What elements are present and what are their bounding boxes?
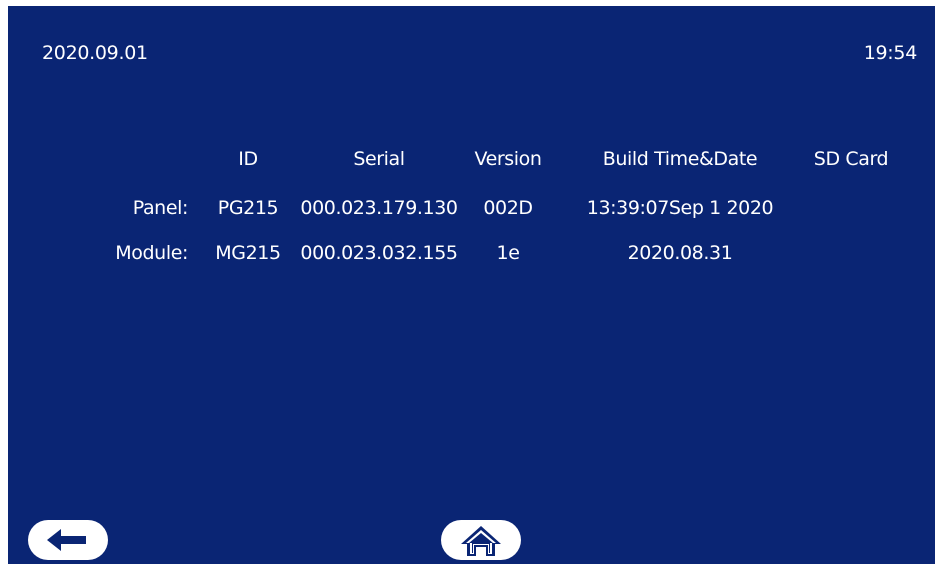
arrow-left-icon: [47, 529, 86, 551]
home-button[interactable]: [441, 520, 521, 560]
module-serial: 000.023.032.155: [300, 242, 458, 264]
panel-serial: 000.023.179.130: [300, 197, 458, 219]
header-serial: Serial: [353, 148, 405, 170]
home-icon: [461, 526, 501, 556]
header-sd-card: SD Card: [813, 148, 889, 170]
status-time: 19:54: [863, 42, 918, 64]
device-info-screen: 2020.09.01 19:54 ID Serial Version Build…: [8, 6, 935, 564]
back-button[interactable]: [28, 520, 108, 560]
module-id: MG215: [215, 242, 281, 264]
row-label-panel: Panel:: [132, 197, 189, 219]
panel-build-time-date: 13:39:07Sep 1 2020: [586, 197, 774, 219]
header-build-time-date: Build Time&Date: [602, 148, 758, 170]
header-version: Version: [474, 148, 542, 170]
panel-version: 002D: [483, 197, 533, 219]
panel-id: PG215: [217, 197, 279, 219]
header-id: ID: [238, 148, 258, 170]
row-label-module: Module:: [115, 242, 188, 264]
module-build-time-date: 2020.08.31: [627, 242, 733, 264]
status-date: 2020.09.01: [42, 42, 148, 64]
module-version: 1e: [496, 242, 520, 264]
